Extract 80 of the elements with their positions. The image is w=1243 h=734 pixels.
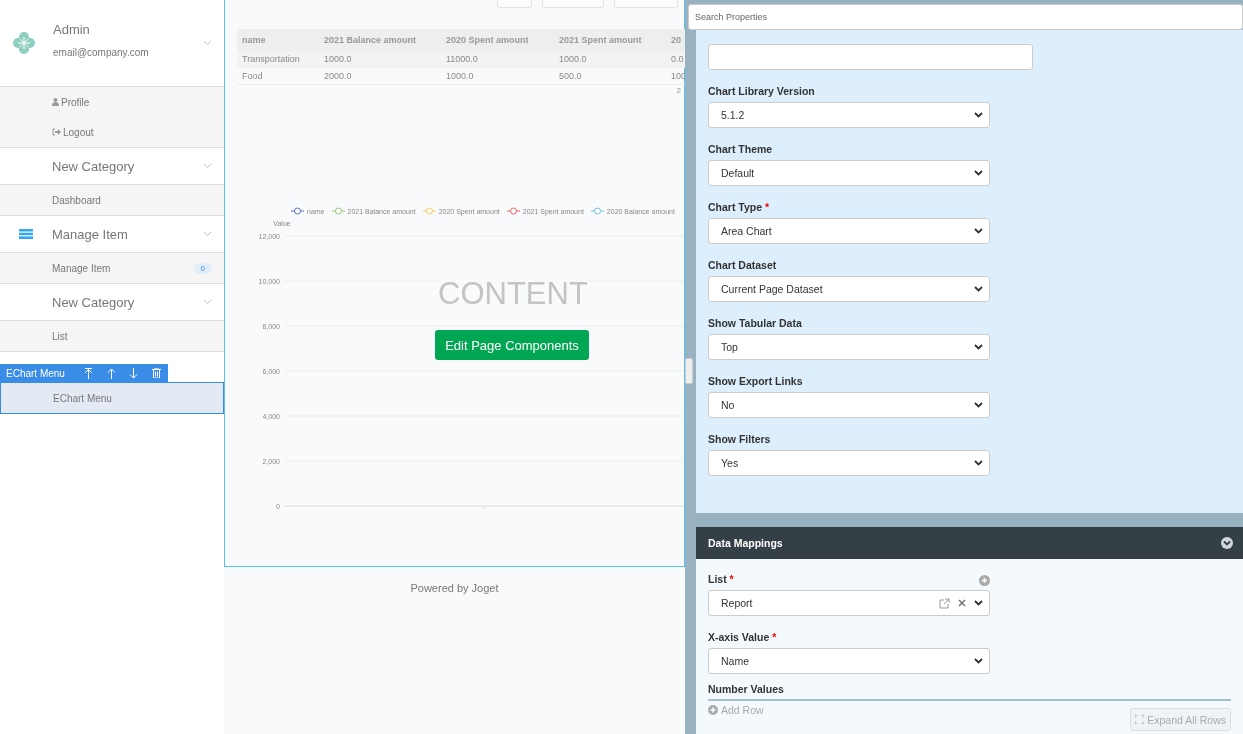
- user-icon: [52, 98, 59, 106]
- table-cell: 2000.0: [319, 67, 441, 85]
- user-name: Admin: [53, 22, 91, 37]
- field-label: Show Tabular Data: [708, 316, 803, 331]
- caret-icon: [974, 286, 983, 292]
- toolbar-label: EChart Menu: [5, 367, 66, 379]
- list-icon: [19, 229, 33, 239]
- move-top-icon: [84, 367, 93, 379]
- caret-icon: [974, 402, 983, 408]
- dropdown[interactable]: Yes: [708, 450, 990, 476]
- menu-item[interactable]: EChart Menu: [0, 382, 224, 414]
- chevron-icon: [203, 163, 212, 169]
- menu-item[interactable]: Manage Item 0: [0, 253, 224, 284]
- column-header: name: [237, 29, 319, 51]
- logout-icon: [52, 128, 61, 136]
- field-label: Chart Theme: [708, 142, 774, 157]
- add-icon[interactable]: [979, 575, 990, 586]
- dropdown[interactable]: Name: [708, 648, 990, 674]
- edit-page-components-button[interactable]: Edit Page Components: [435, 330, 589, 360]
- profile-menu-item[interactable]: Profile: [0, 87, 224, 117]
- menu-item[interactable]: List: [0, 321, 224, 352]
- menu-item[interactable]: Dashboard: [0, 185, 224, 216]
- table-footer-text: 2: [675, 86, 681, 95]
- field-label: Chart Library Version: [708, 84, 816, 99]
- user-email: email@company.com: [53, 47, 150, 58]
- caret-icon: [974, 112, 983, 118]
- column-header: 2021 Balance amount: [319, 29, 441, 51]
- table-cell: 1000.0: [319, 51, 441, 68]
- clear-icon[interactable]: [958, 599, 966, 607]
- section-header[interactable]: Data Mappings: [696, 527, 1243, 559]
- count-badge: 0: [193, 262, 212, 274]
- filter-field[interactable]: [614, 0, 678, 8]
- up-arrow-icon: [106, 367, 116, 379]
- dropdown[interactable]: Current Page Dataset: [708, 276, 990, 302]
- resize-handle[interactable]: [685, 358, 693, 384]
- search-field[interactable]: Search Properties: [688, 4, 1243, 30]
- filter-field[interactable]: [542, 0, 604, 8]
- field-label: X-axis Value *: [708, 630, 778, 645]
- field-label: Show Filters: [708, 432, 772, 447]
- chevron-icon: [203, 231, 212, 237]
- caret-icon: [974, 344, 983, 350]
- field-label: Show Export Links: [708, 374, 804, 389]
- down-arrow-icon: [129, 367, 139, 379]
- table-cell: 11000.0: [441, 51, 554, 68]
- field-label: Chart Type *: [708, 200, 771, 215]
- table-cell: 1000.0: [554, 51, 666, 68]
- text-field[interactable]: [708, 44, 1033, 70]
- dropdown[interactable]: Top: [708, 334, 990, 360]
- footer-text: Powered by Joget: [409, 582, 500, 594]
- caret-icon: [974, 228, 983, 234]
- chevron-icon: [203, 40, 212, 46]
- column-header: 20: [666, 29, 685, 51]
- dropdown[interactable]: 5.1.2: [708, 102, 990, 128]
- flower-logo-icon: [12, 31, 36, 55]
- table-cell: Food: [237, 67, 319, 85]
- field-label: List *: [708, 572, 734, 587]
- table-cell: 500.0: [554, 67, 666, 85]
- table-cell: Transportation: [237, 51, 319, 68]
- dropdown[interactable]: No: [708, 392, 990, 418]
- caret-icon: [974, 658, 983, 664]
- table-cell: 1000.0: [441, 67, 554, 85]
- chevron-icon: [203, 299, 212, 305]
- trash-icon: [152, 368, 162, 378]
- caret-icon: [974, 170, 983, 176]
- dropdown[interactable]: Area Chart: [708, 218, 990, 244]
- collapse-icon[interactable]: [1221, 537, 1233, 549]
- filter-field[interactable]: [497, 0, 532, 8]
- dropdown[interactable]: Default: [708, 160, 990, 186]
- field-label: Chart Dataset: [708, 258, 778, 273]
- caret-icon: [974, 460, 983, 466]
- field-label: Number Values: [708, 683, 1231, 701]
- dropdown[interactable]: Report: [708, 590, 990, 616]
- column-header: 2020 Spent amount: [441, 29, 554, 51]
- profile-menu-item[interactable]: Logout: [0, 117, 224, 147]
- column-header: 2021 Spent amount: [554, 29, 666, 51]
- caret-icon: [974, 600, 983, 606]
- add-icon: [708, 705, 718, 715]
- expand-icon: [1135, 715, 1145, 724]
- edit-icon[interactable]: [939, 597, 950, 609]
- table-cell: 0.0: [666, 51, 685, 68]
